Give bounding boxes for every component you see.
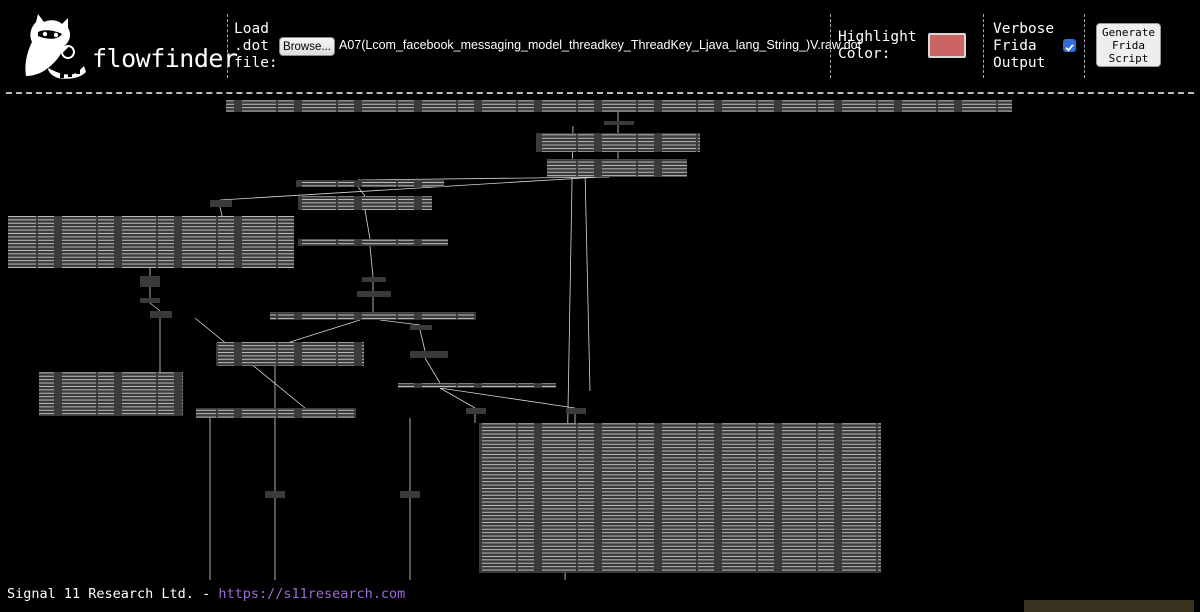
app-name: flowfinder	[92, 44, 238, 73]
highlight-color-label: Highlight Color:	[838, 29, 917, 62]
toolbar-divider	[983, 14, 984, 78]
toolbar-divider	[227, 14, 228, 78]
flowfinder-logo: flowfinder	[18, 10, 238, 82]
toolbar-divider	[1084, 14, 1085, 78]
toolbar-divider	[830, 14, 831, 78]
graph-node[interactable]	[604, 121, 634, 125]
graph-canvas[interactable]	[0, 96, 1200, 580]
graph-node[interactable]	[210, 200, 232, 207]
loaded-file-name: A07(Lcom_facebook_messaging_model_thread…	[339, 38, 862, 52]
raccoon-icon	[25, 14, 86, 79]
checkmark-icon	[1065, 44, 1074, 52]
graph-node[interactable]	[265, 491, 285, 498]
graph-node[interactable]	[150, 311, 172, 318]
graph-node[interactable]	[410, 325, 432, 330]
verbose-frida-output-label: Verbose Frida Output	[993, 21, 1055, 71]
graph-node[interactable]	[362, 277, 386, 282]
highlight-color-picker[interactable]	[928, 33, 966, 58]
footer-company: Signal 11 Research Ltd. -	[7, 586, 211, 602]
graph-node[interactable]	[140, 298, 160, 303]
graph-node[interactable]	[140, 276, 160, 287]
toolbar-separator	[6, 92, 1194, 94]
generate-frida-script-button[interactable]: Generate Frida Script	[1096, 23, 1161, 67]
verbose-frida-output-checkbox[interactable]	[1063, 39, 1076, 52]
graph-node[interactable]	[400, 491, 420, 498]
footer: Signal 11 Research Ltd. - https://s11res…	[7, 586, 405, 602]
graph-node[interactable]	[566, 408, 586, 414]
control-flow-graph[interactable]	[0, 96, 1200, 580]
footer-link[interactable]: https://s11research.com	[218, 586, 405, 602]
horizontal-scrollbar[interactable]	[1024, 600, 1194, 612]
graph-node[interactable]	[357, 291, 391, 297]
browse-button[interactable]: Browse...	[279, 37, 335, 56]
graph-node[interactable]	[410, 351, 448, 358]
load-dot-file-label: Load .dot file:	[234, 21, 278, 71]
graph-node[interactable]	[466, 408, 486, 414]
toolbar: flowfinder Load .dot file: Browse... A07…	[0, 0, 1200, 92]
graph-nodes[interactable]	[8, 100, 1012, 573]
